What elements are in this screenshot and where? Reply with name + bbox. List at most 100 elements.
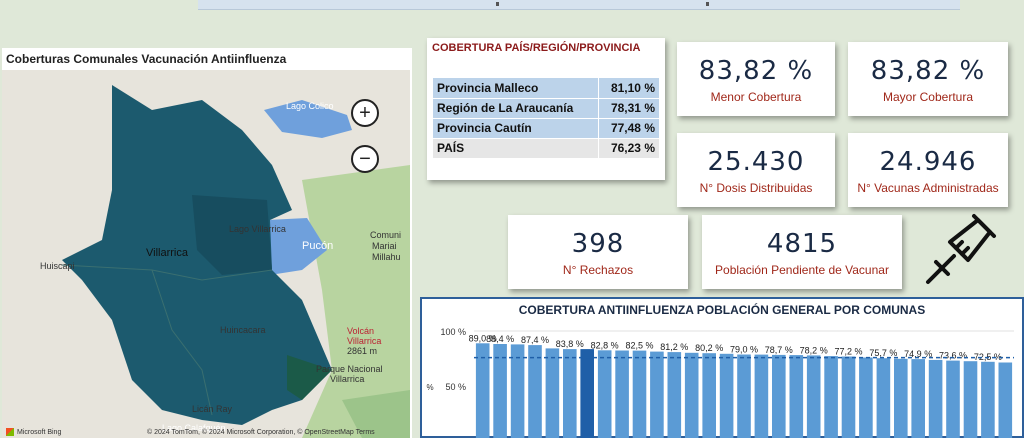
kpi-poblacion-pendiente: 4815 Población Pendiente de Vacunar xyxy=(702,215,902,289)
chart-bar[interactable] xyxy=(894,358,908,438)
row-value: 77,48 % xyxy=(598,118,659,139)
table-row[interactable]: PAÍS 76,23 % xyxy=(433,138,659,159)
bar-data-label: 83,8 % xyxy=(556,339,584,349)
kpi-value: 83,82 % xyxy=(870,56,986,86)
map-label-huiscapi: Huiscapi xyxy=(40,261,75,271)
chart-bar[interactable] xyxy=(806,355,821,438)
bing-label: Microsoft Bing xyxy=(17,428,62,436)
map-label-volcan-3: 2861 m xyxy=(347,346,378,356)
row-name: Provincia Cautín xyxy=(433,118,599,139)
row-name: Provincia Malleco xyxy=(433,78,599,99)
chart-bar[interactable] xyxy=(754,354,769,438)
syringe-icon xyxy=(926,214,996,284)
y-axis-label: % xyxy=(426,383,433,392)
bar-data-label: 73,6 % xyxy=(939,351,967,361)
bar-data-label: 80,2 % xyxy=(695,343,723,353)
chart-bar[interactable] xyxy=(580,349,594,438)
kpi-vacunas-administradas: 24.946 N° Vacunas Administradas xyxy=(848,133,1008,207)
map-label-parque-1: Parque Nacional xyxy=(316,364,383,374)
table-row[interactable]: Región de La Araucanía 78,31 % xyxy=(433,98,659,119)
map-attribution[interactable]: © 2024 TomTom, © 2024 Microsoft Corporat… xyxy=(147,429,375,436)
kpi-value: 24.946 xyxy=(879,147,977,177)
chart-bar[interactable] xyxy=(772,354,786,438)
row-value: 76,23 % xyxy=(598,138,659,159)
coverage-bar-chart: COBERTURA ANTIINFLUENZA POBLACIÓN GENERA… xyxy=(420,297,1024,438)
chart-bar[interactable] xyxy=(667,352,682,438)
chart-bar[interactable] xyxy=(911,359,925,438)
coverage-table: Provincia Malleco 81,10 % Región de La A… xyxy=(433,78,659,159)
chart-bar[interactable] xyxy=(998,362,1013,438)
map-title: Coberturas Comunales Vacunación Antiinfl… xyxy=(6,52,287,66)
bar-data-label: 81,2 % xyxy=(660,342,688,352)
chart-bar[interactable] xyxy=(859,357,873,438)
bar-data-label: 72,5 % xyxy=(974,352,1002,362)
kpi-value: 83,82 % xyxy=(698,56,814,86)
zoom-in-button[interactable]: + xyxy=(351,99,379,127)
bar-data-label: 78,2 % xyxy=(800,345,828,355)
kpi-mayor-cobertura: 83,82 % Mayor Cobertura xyxy=(848,42,1008,116)
chart-bar[interactable] xyxy=(824,356,838,438)
chart-bar[interactable] xyxy=(650,351,664,438)
coverage-table-card: COBERTURA PAÍS/REGIÓN/PROVINCIA Provinci… xyxy=(427,38,665,180)
chart-bar[interactable] xyxy=(737,354,751,438)
chart-bar[interactable] xyxy=(841,356,856,438)
map-label-comuni-1: Comuni xyxy=(370,230,402,240)
chart-bar[interactable] xyxy=(946,360,960,438)
microsoft-logo-icon xyxy=(6,428,14,436)
kpi-label: Mayor Cobertura xyxy=(882,90,974,104)
kpi-value: 398 xyxy=(571,229,625,259)
map-label-comuni-2: Mariai xyxy=(372,241,397,251)
map-label-villarrica: Villarrica xyxy=(146,247,188,259)
chart-bar[interactable] xyxy=(876,358,891,438)
kpi-label: Menor Cobertura xyxy=(710,90,802,104)
chart-bar[interactable] xyxy=(563,349,577,438)
banner-mark xyxy=(496,2,499,6)
bar-data-label: 79,0 % xyxy=(730,345,758,355)
chart-bar[interactable] xyxy=(789,355,804,438)
map-label-lago-colico: Lago Colico xyxy=(286,101,334,111)
kpi-value: 4815 xyxy=(766,229,838,259)
top-banner xyxy=(198,0,960,10)
bar-data-label: 87,4 % xyxy=(521,335,549,345)
chart-bar[interactable] xyxy=(510,344,525,438)
zoom-out-button[interactable]: − xyxy=(351,145,379,173)
bar-data-label: 77,2 % xyxy=(834,347,862,357)
chart-bar[interactable] xyxy=(545,348,560,438)
row-value: 78,31 % xyxy=(598,98,659,119)
chart-bar[interactable] xyxy=(684,352,699,438)
bar-data-label: 88,4 % xyxy=(486,334,514,344)
bar-data-label: 82,8 % xyxy=(591,340,619,350)
chart-bar[interactable] xyxy=(719,353,734,438)
map-label-volcan-1: Volcán xyxy=(347,326,375,336)
chart-bar[interactable] xyxy=(632,350,647,438)
kpi-value: 25.430 xyxy=(707,147,805,177)
chart-title: COBERTURA ANTIINFLUENZA POBLACIÓN GENERA… xyxy=(518,303,926,317)
map-canvas[interactable]: + − Lago Colico Lago Villarrica Pucón Vi… xyxy=(2,70,410,438)
map-label-parque-2: Villarrica xyxy=(330,374,365,384)
row-name: PAÍS xyxy=(433,138,599,159)
table-row[interactable]: Provincia Malleco 81,10 % xyxy=(433,78,659,99)
chart-bar[interactable] xyxy=(615,350,629,438)
map-label-licanray: Licán Ray xyxy=(192,404,233,414)
chart-bar[interactable] xyxy=(528,345,542,438)
map-panel: Coberturas Comunales Vacunación Antiinfl… xyxy=(2,48,412,438)
table-row[interactable]: Provincia Cautín 77,48 % xyxy=(433,118,659,139)
chart-bar[interactable] xyxy=(928,359,943,438)
chart-bar[interactable] xyxy=(597,350,612,438)
chart-bar[interactable] xyxy=(702,353,716,438)
map-label-volcan-2: Villarrica xyxy=(347,336,382,346)
kpi-label: N° Rechazos xyxy=(562,263,634,277)
kpi-menor-cobertura: 83,82 % Menor Cobertura xyxy=(677,42,835,116)
chart-bar[interactable] xyxy=(981,361,995,438)
kpi-dosis-distribuidas: 25.430 N° Dosis Distribuidas xyxy=(677,133,835,207)
row-value: 81,10 % xyxy=(598,78,659,99)
kpi-label: N° Vacunas Administradas xyxy=(857,181,999,195)
bing-logo: Microsoft Bing xyxy=(6,428,61,436)
bar-data-label: 75,7 % xyxy=(869,348,897,358)
row-name: Región de La Araucanía xyxy=(433,98,599,119)
kpi-label: N° Dosis Distribuidas xyxy=(699,181,813,195)
chart-plot: 100 %50 %%89,0 %88,4 % 87,4 % 83,8 % 82,8 %… xyxy=(426,327,1014,438)
map-label-huincacara: Huincacara xyxy=(220,325,266,335)
y-tick-label: 100 % xyxy=(440,327,466,337)
chart-bar[interactable] xyxy=(963,361,978,438)
